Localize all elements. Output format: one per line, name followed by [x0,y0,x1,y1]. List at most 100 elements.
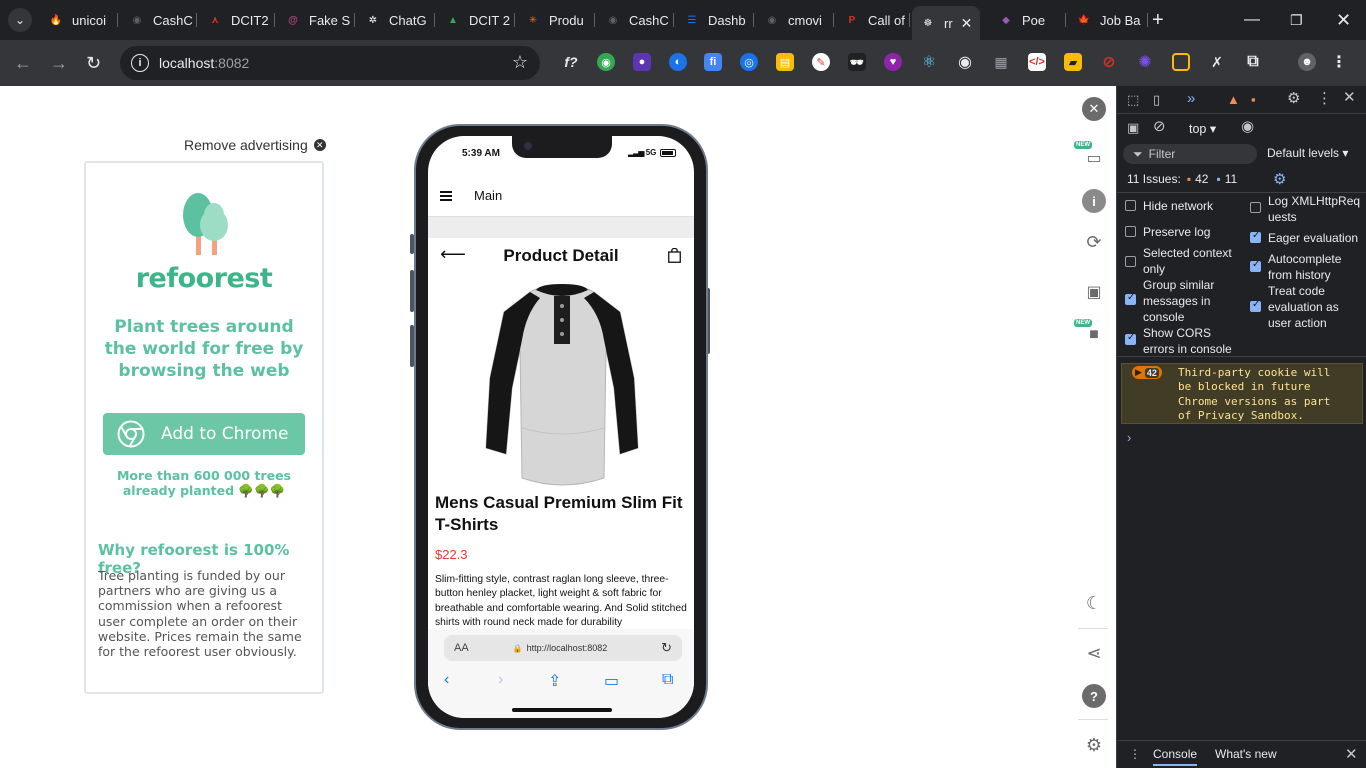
info-icon[interactable]: i [1082,189,1106,213]
issues-icon[interactable]: ▪ [1251,93,1256,107]
screenshot-camera-icon[interactable]: ▣ [1082,280,1106,304]
browser-tab[interactable]: ✳ Produ [517,6,595,34]
address-bar[interactable]: i localhost:8082 ☆ [120,46,540,80]
devtools-menu-icon[interactable]: ⋮ [1317,91,1332,106]
extension-spy-icon[interactable]: 🕶 [848,53,866,71]
inspect-element-icon[interactable]: ⬚ [1127,93,1139,107]
extension-chat-icon[interactable]: ♥ [884,53,902,71]
tab-search-button[interactable]: ⌄ [8,8,32,32]
safari-bookmarks-icon[interactable]: ▭ [604,671,619,691]
rotate-icon[interactable]: ⟳ [1082,230,1106,254]
warning-icon[interactable]: ▲ [1227,93,1240,107]
extensions-puzzle-icon[interactable]: ⧉ [1244,53,1262,71]
extension-folder-icon[interactable]: ▰ [1064,53,1082,71]
safari-back-icon[interactable]: ‹ [444,671,449,689]
console-prompt[interactable]: › [1127,430,1131,445]
extension-blue-icon[interactable]: ◐ [669,53,687,71]
extension-circle-icon[interactable]: ◉ [956,53,974,71]
text-size-button[interactable]: AA [454,642,469,654]
extension-blocker-icon[interactable]: ◎ [740,53,758,71]
restore-icon[interactable]: ❐ [1290,10,1303,30]
console-settings-icon[interactable]: ⚙ [1273,170,1286,188]
device-mode-icon[interactable]: ▯ [1153,93,1160,107]
extension-star-icon[interactable]: ✺ [1136,53,1154,71]
extension-robot-icon[interactable]: ◉ [597,53,615,71]
extension-grid-icon[interactable]: ▦ [992,53,1010,71]
new-tab-button[interactable]: + [1152,10,1164,30]
tab-whats-new[interactable]: What's new [1215,747,1277,761]
eager-evaluation-checkbox[interactable] [1250,230,1261,243]
browser-tab[interactable]: ☰ Dashb [676,6,754,34]
devtools-settings-icon[interactable]: ⚙ [1287,91,1300,106]
extension-fx-icon[interactable]: f? [562,53,580,71]
add-to-chrome-button[interactable]: Add to Chrome [103,413,305,455]
hamburger-menu-icon[interactable] [440,191,452,201]
safari-reload-icon[interactable]: ↻ [661,640,672,656]
browser-tab[interactable]: 🔥 unicoi [40,6,118,34]
browser-tab[interactable]: 🍁 Job Ba [1068,6,1148,34]
tab-console[interactable]: Console [1153,747,1198,766]
browser-menu-icon[interactable]: ⋮ [1330,53,1348,71]
back-icon[interactable]: ← [14,52,32,74]
hide-network-checkbox[interactable] [1125,200,1136,211]
device-toggle-icon[interactable]: ▭ [1082,146,1106,170]
reload-icon[interactable]: ↻ [86,52,101,74]
safari-forward-icon[interactable]: › [498,671,503,689]
browser-tab[interactable]: ◉ cmovi [756,6,834,34]
extension-notes-icon[interactable]: ▤ [776,53,794,71]
group-similar-checkbox[interactable] [1125,292,1136,305]
treat-code-checkbox[interactable] [1250,299,1261,312]
close-preview-icon[interactable]: ✕ [1082,97,1106,121]
drawer-menu-icon[interactable]: ⋮ [1129,747,1141,761]
remove-close-icon[interactable]: ✕ [313,139,326,151]
settings-gear-icon[interactable]: ⚙ [1082,733,1106,757]
react-devtools-icon[interactable]: ⚛ [920,53,938,71]
sidebar-toggle-icon[interactable]: ▣ [1127,121,1139,135]
forward-icon[interactable]: → [50,52,68,74]
log-xhr-checkbox[interactable] [1250,202,1261,213]
browser-tab[interactable]: ◆ Poe [990,6,1066,34]
share-icon[interactable]: ⋖ [1082,641,1106,665]
log-levels-select[interactable]: Default levels ▾ [1267,146,1348,160]
console-warning-message[interactable]: ▶ 42 Third-party cookie will be blocked i… [1121,363,1363,424]
remove-advertising-link[interactable]: Remove advertising ✕ [184,137,326,153]
browser-tab[interactable]: ☸ rr ✕ [912,6,980,40]
selected-context-checkbox[interactable] [1125,256,1136,267]
browser-tab[interactable]: P Call of [836,6,910,34]
safari-tabs-icon[interactable]: ⧉ [662,671,673,689]
show-cors-checkbox[interactable] [1125,332,1136,345]
devtools-close-icon[interactable]: ✕ [1343,90,1356,105]
shopping-bag-icon[interactable] [668,248,681,263]
autocomplete-checkbox[interactable] [1250,259,1261,272]
browser-tab[interactable]: ▲ DCIT 2 [437,6,515,34]
context-select[interactable]: top ▾ [1189,121,1216,136]
tab-close-icon[interactable]: ✕ [961,15,973,32]
minimize-icon[interactable]: — [1244,10,1260,30]
browser-tab[interactable]: @ Fake S [277,6,355,34]
extension-code-icon[interactable]: </> [1028,53,1046,71]
safari-address-bar[interactable]: AA 🔒 http://localhost:8082 ↻ [444,635,682,661]
extension-purple-icon[interactable]: ● [633,53,651,71]
drawer-close-icon[interactable]: ✕ [1345,745,1358,763]
site-info-icon[interactable]: i [131,54,149,72]
preserve-log-checkbox[interactable] [1125,226,1136,237]
browser-tab[interactable]: ⋏ DCIT2 [199,6,275,34]
more-panels-icon[interactable]: » [1187,91,1195,106]
dark-mode-moon-icon[interactable]: ☾ [1082,591,1106,615]
browser-tab[interactable]: ✲ ChatG [357,6,435,34]
clear-console-icon[interactable]: ⊘ [1153,119,1166,134]
browser-tab[interactable]: ◉ CashC [121,6,197,34]
extension-block-icon[interactable]: ⊘ [1100,53,1118,71]
extension-phone-icon[interactable] [1172,53,1190,71]
console-filter-input[interactable]: ⏷ Filter [1123,144,1257,164]
safari-share-icon[interactable]: ⇪ [548,671,561,691]
record-video-icon[interactable]: ■ [1082,323,1106,347]
browser-tab[interactable]: ◉ CashC [597,6,674,34]
extension-x-icon[interactable]: ✗ [1208,53,1226,71]
bookmark-star-icon[interactable]: ☆ [512,52,528,73]
window-close-icon[interactable]: ✕ [1336,10,1351,30]
extension-fi-icon[interactable]: fi [704,53,722,71]
help-icon[interactable]: ? [1082,684,1106,708]
issues-counter[interactable]: 11 Issues: ▪ 42 ▪ 11 ⚙ [1127,171,1286,188]
extension-color-icon[interactable]: ✎ [812,53,830,71]
